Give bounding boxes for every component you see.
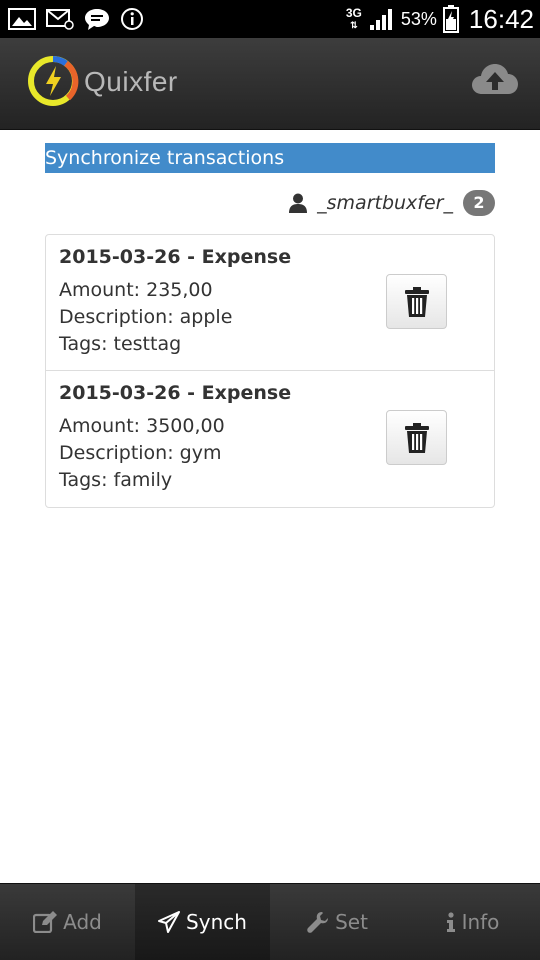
nav-synch[interactable]: Synch <box>135 884 270 960</box>
section-title: Synchronize transactions <box>45 143 495 173</box>
delete-transaction-button[interactable] <box>386 274 447 329</box>
trash-icon <box>404 286 429 317</box>
paper-plane-icon <box>158 911 181 933</box>
battery-icon <box>442 5 459 33</box>
user-name: _smartbuxfer_ <box>317 192 453 214</box>
wrench-icon <box>307 912 329 933</box>
transaction-tags: Tags: family <box>59 469 173 491</box>
transaction-heading: 2015-03-26 - Expense <box>59 246 292 268</box>
transaction-list: 2015-03-26 - Expense Amount: 235,00 Desc… <box>45 234 495 508</box>
edit-icon <box>33 911 58 933</box>
network-type: 3G ⇅ <box>345 6 362 30</box>
transaction-heading: 2015-03-26 - Expense <box>59 382 292 404</box>
clock: 16:42 <box>468 3 534 34</box>
nav-info[interactable]: Info <box>405 884 540 960</box>
list-item: 2015-03-26 - Expense Amount: 235,00 Desc… <box>46 235 494 371</box>
app-title: Quixfer <box>84 66 178 97</box>
signal-icon <box>369 9 392 30</box>
nav-info-label: Info <box>461 910 500 934</box>
nav-synch-label: Synch <box>186 910 247 934</box>
nav-add[interactable]: Add <box>0 884 135 960</box>
mail-icon <box>46 9 74 30</box>
cloud-upload-icon[interactable] <box>470 58 520 102</box>
delete-transaction-button[interactable] <box>386 410 447 465</box>
transaction-count-badge: 2 <box>463 190 495 216</box>
user-summary: _smartbuxfer_ 2 <box>289 189 495 217</box>
trash-icon <box>404 422 429 453</box>
transaction-tags: Tags: testtag <box>59 333 182 355</box>
status-bar: 3G ⇅ 53% 16:42 <box>0 0 540 38</box>
info-icon <box>446 912 455 932</box>
list-item: 2015-03-26 - Expense Amount: 3500,00 Des… <box>46 371 494 507</box>
nav-set[interactable]: Set <box>270 884 405 960</box>
image-icon <box>8 8 36 30</box>
bottom-nav: Add Synch Set Info <box>0 883 540 960</box>
status-bar-notifications <box>8 6 144 32</box>
info-icon <box>121 8 143 30</box>
chat-icon <box>85 9 109 30</box>
nav-set-label: Set <box>335 910 368 934</box>
app-header: Quixfer <box>0 38 540 130</box>
app-logo-icon <box>28 56 79 106</box>
nav-add-label: Add <box>63 910 102 934</box>
battery-percent: 53% <box>400 8 437 29</box>
status-bar-system: 3G ⇅ 53% 16:42 <box>345 0 534 38</box>
user-icon <box>289 193 308 213</box>
